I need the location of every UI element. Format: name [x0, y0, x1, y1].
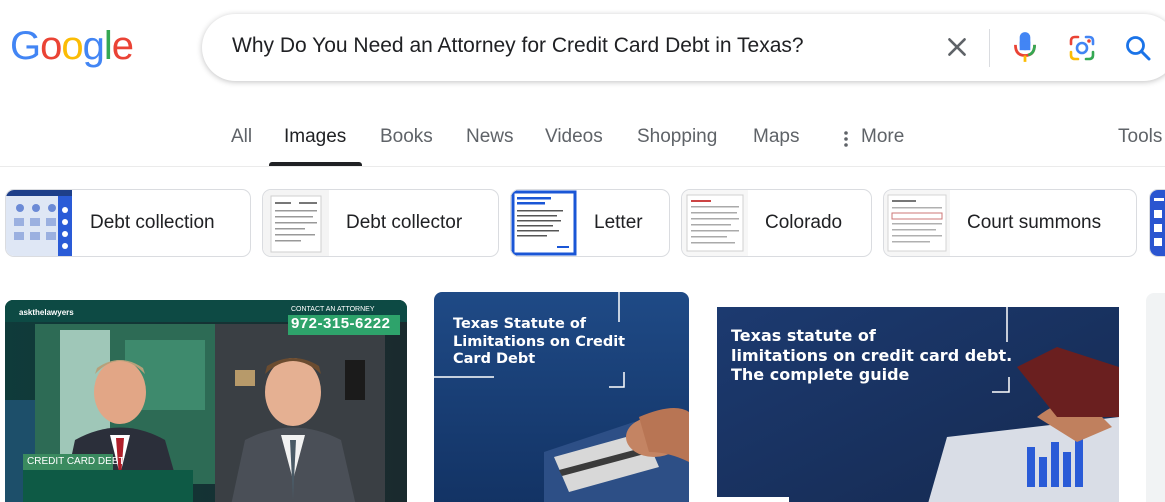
result-title-line: limitations on credit card debt. — [731, 345, 1013, 365]
tab-videos[interactable]: Videos — [545, 126, 603, 148]
result-title-line: The complete guide — [731, 365, 910, 385]
chip-court-summons[interactable]: Court summons — [883, 189, 1137, 257]
result-contact-label: CONTACT AN ATTORNEY — [291, 306, 375, 313]
tab-news[interactable]: News — [466, 126, 514, 148]
chip-thumbnail — [884, 190, 950, 256]
result-phone: 972-315-6222 — [291, 315, 391, 332]
result-title-line: Texas Statute of — [453, 316, 587, 332]
chip-debt-collector[interactable]: Debt collector — [262, 189, 499, 257]
result-title-line: Limitations on Credit — [453, 333, 626, 350]
google-images-results-page: G o o g l e Why Do You Need an Attorney … — [0, 0, 1165, 502]
image-result-texas-statute[interactable]: Texas Statute of Limitations on Credit C… — [434, 292, 689, 502]
tab-all[interactable]: All — [231, 126, 252, 148]
search-icon[interactable] — [1123, 33, 1153, 63]
chip-thumbnail — [511, 190, 577, 256]
chip-thumbnail — [682, 190, 748, 256]
search-tabs: All Images Books News Videos Shopping Ma… — [0, 118, 1165, 166]
more-vert-icon[interactable] — [843, 130, 849, 148]
logo-letter: o — [40, 24, 62, 68]
result-lower-third: CREDIT CARD DEBT — [27, 456, 125, 467]
result-title-line: Card Debt — [453, 351, 536, 368]
chip-colorado[interactable]: Colorado — [681, 189, 872, 257]
chip-label: Letter — [594, 212, 643, 233]
chip-label: Colorado — [765, 212, 843, 233]
tab-more[interactable]: More — [861, 126, 904, 148]
logo-letter: o — [61, 24, 83, 68]
tab-shopping[interactable]: Shopping — [637, 126, 717, 148]
chip-label: Court summons — [967, 212, 1102, 233]
tabs-divider — [0, 166, 1165, 167]
google-lens-icon[interactable] — [1067, 33, 1097, 63]
search-bar: Why Do You Need an Attorney for Credit C… — [202, 14, 1165, 81]
logo-letter: l — [103, 24, 113, 68]
tab-maps[interactable]: Maps — [753, 126, 799, 148]
chip-thumbnail — [1150, 190, 1165, 256]
image-result-askthelawyers[interactable]: askthelawyers CONTACT AN ATTORNEY 972-31… — [5, 300, 407, 502]
tools-button[interactable]: Tools — [1118, 126, 1162, 148]
chip-label: Debt collection — [90, 212, 215, 233]
chip-thumbnail — [6, 190, 72, 256]
result-title: Texas statute of limitations on credit c… — [731, 326, 1012, 385]
logo-letter: g — [82, 24, 105, 68]
image-result-complete-guide[interactable]: Texas statute of limitations on credit c… — [717, 307, 1119, 502]
logo-letter: e — [111, 24, 134, 68]
chip-label: Debt collector — [346, 212, 463, 233]
result-title: Texas Statute of Limitations on Credit C… — [453, 316, 625, 369]
microphone-icon[interactable] — [1012, 30, 1038, 64]
chip-debt-collection[interactable]: Debt collection — [5, 189, 251, 257]
search-divider — [989, 29, 990, 67]
image-result-partial[interactable] — [1146, 293, 1165, 502]
search-input[interactable]: Why Do You Need an Attorney for Credit C… — [232, 34, 804, 58]
result-title-line: Texas statute of — [731, 326, 876, 345]
chip-partial[interactable] — [1149, 189, 1165, 257]
result-brand: askthelawyers — [19, 308, 74, 317]
logo-letter: G — [10, 24, 41, 68]
google-logo[interactable]: G o o g l e — [10, 24, 134, 69]
chip-letter[interactable]: Letter — [510, 189, 670, 257]
chip-thumbnail — [263, 190, 329, 256]
clear-icon[interactable] — [944, 34, 970, 60]
tab-books[interactable]: Books — [380, 126, 433, 148]
tab-images[interactable]: Images — [284, 126, 346, 148]
